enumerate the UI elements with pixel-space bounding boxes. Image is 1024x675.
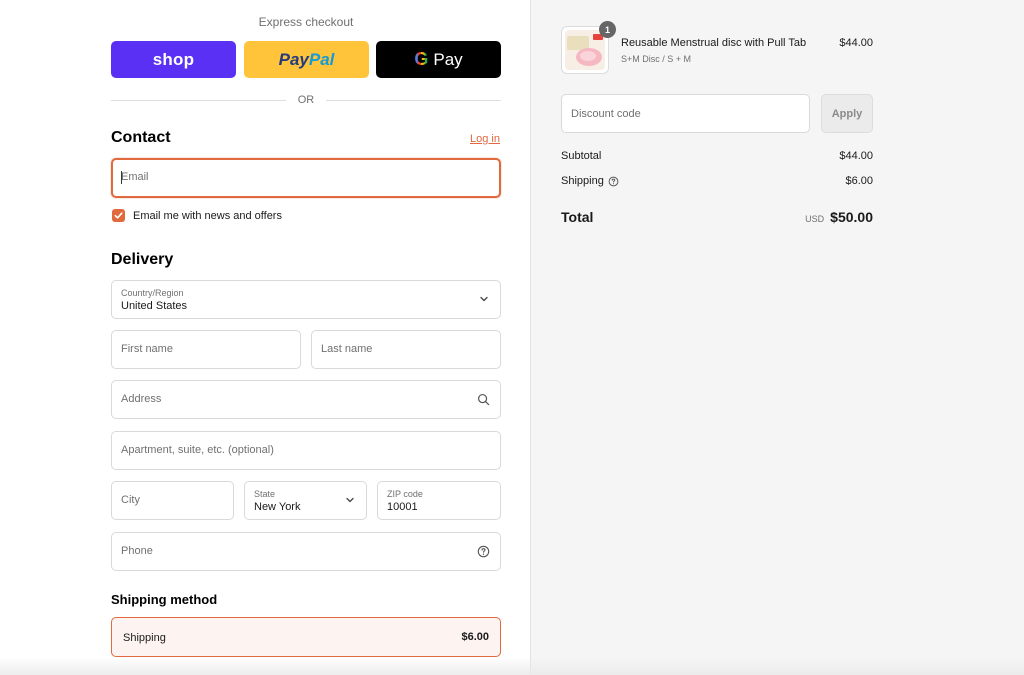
first-name-field[interactable]: First name: [111, 330, 301, 369]
or-label: OR: [297, 94, 315, 106]
product-name: Reusable Menstrual disc with Pull Tab: [621, 37, 807, 49]
newsletter-option[interactable]: Email me with news and offers: [112, 209, 282, 222]
apartment-field[interactable]: Apartment, suite, etc. (optional): [111, 431, 501, 470]
first-name-placeholder: First name: [121, 343, 173, 355]
state-value: New York: [254, 501, 301, 513]
or-divider: OR: [111, 92, 501, 108]
shipping-row: Shipping $6.00: [561, 175, 873, 187]
apply-discount-button[interactable]: Apply: [821, 94, 873, 133]
state-select[interactable]: State New York: [244, 481, 367, 520]
zip-value: 10001: [387, 501, 418, 513]
discount-code-field[interactable]: Discount code: [561, 94, 810, 133]
quantity-badge: 1: [599, 21, 616, 38]
subtotal-row: Subtotal $44.00: [561, 150, 873, 162]
newsletter-label: Email me with news and offers: [133, 209, 282, 222]
country-select[interactable]: Country/Region United States: [111, 280, 501, 319]
city-placeholder: City: [121, 494, 140, 506]
shipping-method-heading: Shipping method: [111, 592, 218, 607]
shipping-option-name: Shipping: [123, 632, 166, 644]
zip-label: ZIP code: [387, 489, 423, 499]
phone-field[interactable]: Phone: [111, 532, 501, 571]
country-label: Country/Region: [121, 288, 184, 298]
last-name-placeholder: Last name: [321, 343, 373, 355]
product-price: $44.00: [839, 37, 873, 49]
search-icon[interactable]: [477, 393, 490, 406]
phone-placeholder: Phone: [121, 545, 153, 557]
address-placeholder: Address: [121, 393, 162, 405]
shipping-value: $6.00: [845, 175, 873, 187]
newsletter-checkbox[interactable]: [112, 209, 125, 222]
checkmark-icon: [114, 212, 123, 219]
google-pay-label: Pay: [433, 49, 463, 69]
google-pay-button[interactable]: G Pay: [376, 41, 501, 78]
discount-placeholder: Discount code: [571, 108, 641, 120]
product-image: [565, 30, 605, 70]
shipping-label: Shipping: [561, 175, 604, 187]
currency-code: USD: [805, 214, 825, 224]
shipping-option-price: $6.00: [461, 631, 489, 643]
email-placeholder: Email: [121, 171, 149, 183]
apartment-placeholder: Apartment, suite, etc. (optional): [121, 444, 274, 456]
city-field[interactable]: City: [111, 481, 234, 520]
product-thumbnail: 1: [561, 21, 616, 74]
divider-line-right: [326, 99, 501, 101]
paypal-button[interactable]: Pay Pal: [244, 41, 369, 78]
help-circle-icon[interactable]: [477, 545, 490, 558]
contact-heading: Contact: [111, 129, 171, 146]
shipping-option[interactable]: Shipping $6.00: [111, 617, 501, 657]
paypal-logo-part2: Pal: [308, 49, 335, 69]
login-link[interactable]: Log in: [470, 133, 500, 145]
subtotal-value: $44.00: [839, 150, 873, 162]
checkout-form-panel: Express checkout shop Pay Pal G Pay OR Co…: [0, 0, 530, 675]
state-label: State: [254, 489, 276, 499]
shop-pay-logo: shop: [152, 49, 195, 69]
delivery-heading: Delivery: [111, 251, 174, 268]
help-circle-icon[interactable]: [608, 176, 619, 187]
shop-pay-button[interactable]: shop: [111, 41, 236, 78]
email-field[interactable]: Email: [111, 158, 501, 198]
total-row: Total USD $50.00: [561, 209, 873, 225]
total-label: Total: [561, 209, 594, 225]
chevron-down-icon: [480, 296, 488, 302]
zip-field[interactable]: ZIP code 10001: [377, 481, 501, 520]
product-variant: S+M Disc / S + M: [621, 54, 692, 64]
google-g-icon: G: [414, 49, 429, 69]
subtotal-label: Subtotal: [561, 150, 602, 162]
divider-line-left: [111, 99, 286, 101]
address-field[interactable]: Address: [111, 380, 501, 419]
paypal-logo-part1: Pay: [278, 49, 309, 69]
chevron-down-icon: [346, 497, 354, 503]
country-value: United States: [121, 300, 188, 312]
express-checkout-title: Express checkout: [258, 15, 354, 29]
last-name-field[interactable]: Last name: [311, 330, 501, 369]
total-value: $50.00: [830, 209, 873, 225]
